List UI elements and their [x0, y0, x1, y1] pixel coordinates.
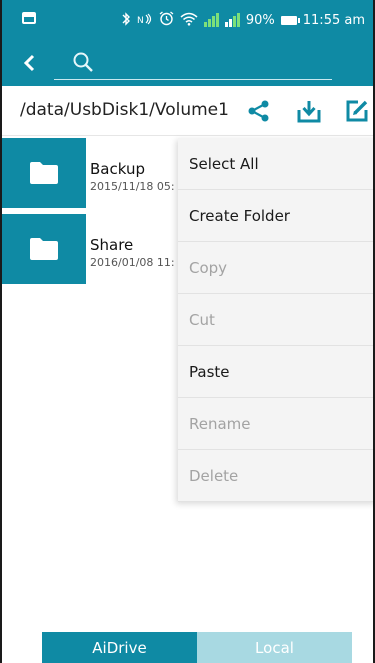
menu-item-cut[interactable]: Cut — [178, 294, 373, 346]
image-icon — [22, 12, 36, 24]
battery-icon — [280, 15, 300, 25]
current-path: /data/UsbDisk1/Volume1 — [20, 100, 229, 120]
file-item-share[interactable]: Share 2016/01/08 11: — [2, 214, 178, 284]
bottom-tabs: AiDrive Local — [42, 632, 352, 663]
tab-local[interactable]: Local — [197, 632, 352, 663]
search-icon[interactable] — [72, 51, 94, 73]
app-frame: N 90% 11:55 am /data/UsbDisk1/Volume1 Ba… — [0, 0, 375, 663]
svg-text:N: N — [137, 16, 144, 26]
wifi-icon — [180, 12, 198, 29]
menu-item-delete[interactable]: Delete — [178, 450, 373, 502]
app-bar — [2, 40, 373, 86]
menu-item-create-folder[interactable]: Create Folder — [178, 190, 373, 242]
alarm-icon — [159, 11, 174, 29]
menu-item-copy[interactable]: Copy — [178, 242, 373, 294]
signal-icon-2 — [224, 13, 240, 27]
chevron-left-icon[interactable] — [16, 50, 42, 76]
download-icon[interactable] — [296, 98, 322, 124]
nfc-icon: N — [137, 12, 153, 29]
folder-icon — [30, 162, 58, 184]
menu-item-rename[interactable]: Rename — [178, 398, 373, 450]
search-input[interactable] — [102, 50, 322, 76]
edit-icon[interactable] — [344, 98, 370, 124]
status-bar: N 90% 11:55 am — [2, 0, 373, 40]
folder-thumbnail — [2, 214, 86, 284]
share-icon[interactable] — [246, 98, 272, 124]
tab-aidrive[interactable]: AiDrive — [42, 632, 197, 663]
status-icons: N 90% 11:55 am — [121, 0, 365, 40]
file-name: Share — [90, 236, 134, 254]
context-menu: Select All Create Folder Copy Cut Paste … — [178, 138, 373, 502]
clock: 11:55 am — [302, 12, 365, 28]
signal-icon — [203, 13, 219, 27]
file-name: Backup — [90, 160, 145, 178]
folder-icon — [30, 238, 58, 260]
file-date: 2015/11/18 05: — [90, 180, 175, 193]
battery-percent: 90% — [245, 12, 275, 28]
menu-item-paste[interactable]: Paste — [178, 346, 373, 398]
path-bar: /data/UsbDisk1/Volume1 — [2, 86, 373, 136]
folder-thumbnail — [2, 138, 86, 208]
file-date: 2016/01/08 11: — [90, 256, 175, 269]
bluetooth-icon — [121, 11, 131, 29]
menu-item-select-all[interactable]: Select All — [178, 138, 373, 190]
file-item-backup[interactable]: Backup 2015/11/18 05: — [2, 138, 178, 208]
search-bar[interactable] — [54, 48, 332, 80]
